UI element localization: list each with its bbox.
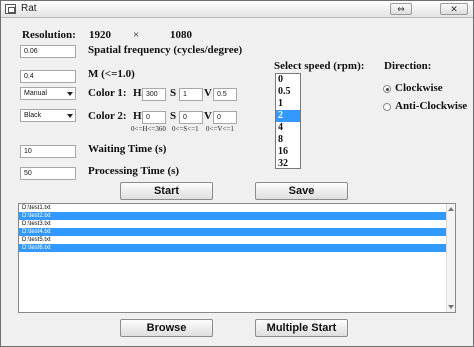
file-list-item-selected[interactable]: D:\test2.txt xyxy=(19,212,455,220)
resolution-label: Resolution: xyxy=(22,29,76,41)
waiting-time-label: Waiting Time (s) xyxy=(88,143,167,155)
color1-h-input[interactable]: 300 xyxy=(142,88,166,101)
spatial-frequency-input[interactable]: 0.06 xyxy=(20,45,76,58)
file-list-item[interactable]: D:\test1.txt xyxy=(19,204,455,212)
color2-v-input[interactable]: 0 xyxy=(213,111,237,124)
color1-mode-value: Manual xyxy=(24,90,47,97)
start-button[interactable]: Start xyxy=(120,182,213,200)
processing-time-label: Processing Time (s) xyxy=(88,165,180,177)
app-window-icon xyxy=(5,4,16,14)
scroll-down-arrow-icon[interactable] xyxy=(448,305,454,309)
clockwise-radio[interactable] xyxy=(383,85,391,93)
color2-mode-select[interactable]: Black xyxy=(20,109,76,122)
anti-clockwise-label[interactable]: Anti-Clockwise xyxy=(395,100,467,112)
window-title: Rat xyxy=(21,3,37,14)
color1-s-label: S xyxy=(170,87,177,99)
speed-option[interactable]: 0.5 xyxy=(276,86,300,98)
anti-clockwise-radio[interactable] xyxy=(383,103,391,111)
color2-s-label: S xyxy=(170,110,177,122)
v-range-hint: 0<=V<=1 xyxy=(206,125,234,133)
spatial-frequency-label: Spatial frequency (cycles/degree) xyxy=(88,44,243,56)
resolution-times: × xyxy=(133,29,140,41)
speed-option[interactable]: 16 xyxy=(276,146,300,158)
file-list-scrollbar[interactable] xyxy=(446,204,455,312)
color1-s-input[interactable]: 1 xyxy=(179,88,203,101)
m-input[interactable]: 0.4 xyxy=(20,70,76,83)
multiple-start-button[interactable]: Multiple Start xyxy=(255,319,348,337)
color1-mode-select[interactable]: Manual xyxy=(20,87,76,100)
clockwise-label[interactable]: Clockwise xyxy=(395,82,443,94)
speed-option[interactable]: 32 xyxy=(276,158,300,170)
h-range-hint: 0<=H<=360 xyxy=(131,125,166,133)
title-bar: Rat ⇔ ✕ xyxy=(1,1,473,18)
color2-h-label: H xyxy=(133,110,142,122)
save-button[interactable]: Save xyxy=(255,182,348,200)
chevron-down-icon xyxy=(67,92,73,96)
resolution-width: 1920 xyxy=(89,29,111,41)
color1-v-label: V xyxy=(204,87,212,99)
color2-v-label: V xyxy=(204,110,212,122)
waiting-time-input[interactable]: 10 xyxy=(20,145,76,158)
s-range-hint: 0<=S<=1 xyxy=(172,125,199,133)
speed-option[interactable]: 8 xyxy=(276,134,300,146)
speed-option[interactable]: 1 xyxy=(276,98,300,110)
speed-option-selected[interactable]: 2 xyxy=(276,110,300,122)
color2-label: Color 2: xyxy=(88,110,127,122)
color2-h-input[interactable]: 0 xyxy=(142,111,166,124)
chevron-down-icon xyxy=(67,114,73,118)
browse-button[interactable]: Browse xyxy=(120,319,213,337)
app-window: Rat ⇔ ✕ Resolution: 1920 × 1080 0.06 Spa… xyxy=(0,0,474,347)
file-list-item[interactable]: D:\test3.txt xyxy=(19,220,455,228)
color2-s-input[interactable]: 0 xyxy=(179,111,203,124)
file-list-item-selected[interactable]: D:\test6.txt xyxy=(19,244,455,252)
color1-label: Color 1: xyxy=(88,87,127,99)
resolution-height: 1080 xyxy=(170,29,192,41)
speed-label: Select speed (rpm): xyxy=(274,60,365,72)
m-label: M (<=1.0) xyxy=(88,68,135,80)
scroll-up-arrow-icon[interactable] xyxy=(448,207,454,211)
speed-option[interactable]: 0 xyxy=(276,74,300,86)
speed-listbox[interactable]: 0 0.5 1 2 4 8 16 32 xyxy=(275,73,301,169)
file-list-item-selected[interactable]: D:\test4.txt xyxy=(19,228,455,236)
color1-v-input[interactable]: 0.5 xyxy=(213,88,237,101)
file-listbox[interactable]: D:\test1.txt D:\test2.txt D:\test3.txt D… xyxy=(18,203,456,313)
file-list-item[interactable]: D:\test5.txt xyxy=(19,236,455,244)
color2-mode-value: Black xyxy=(24,112,42,119)
direction-label: Direction: xyxy=(384,60,432,72)
restore-button[interactable]: ⇔ xyxy=(390,3,412,15)
color1-h-label: H xyxy=(133,87,142,99)
speed-option[interactable]: 4 xyxy=(276,122,300,134)
processing-time-input[interactable]: 50 xyxy=(20,167,76,180)
close-button[interactable]: ✕ xyxy=(440,3,468,15)
